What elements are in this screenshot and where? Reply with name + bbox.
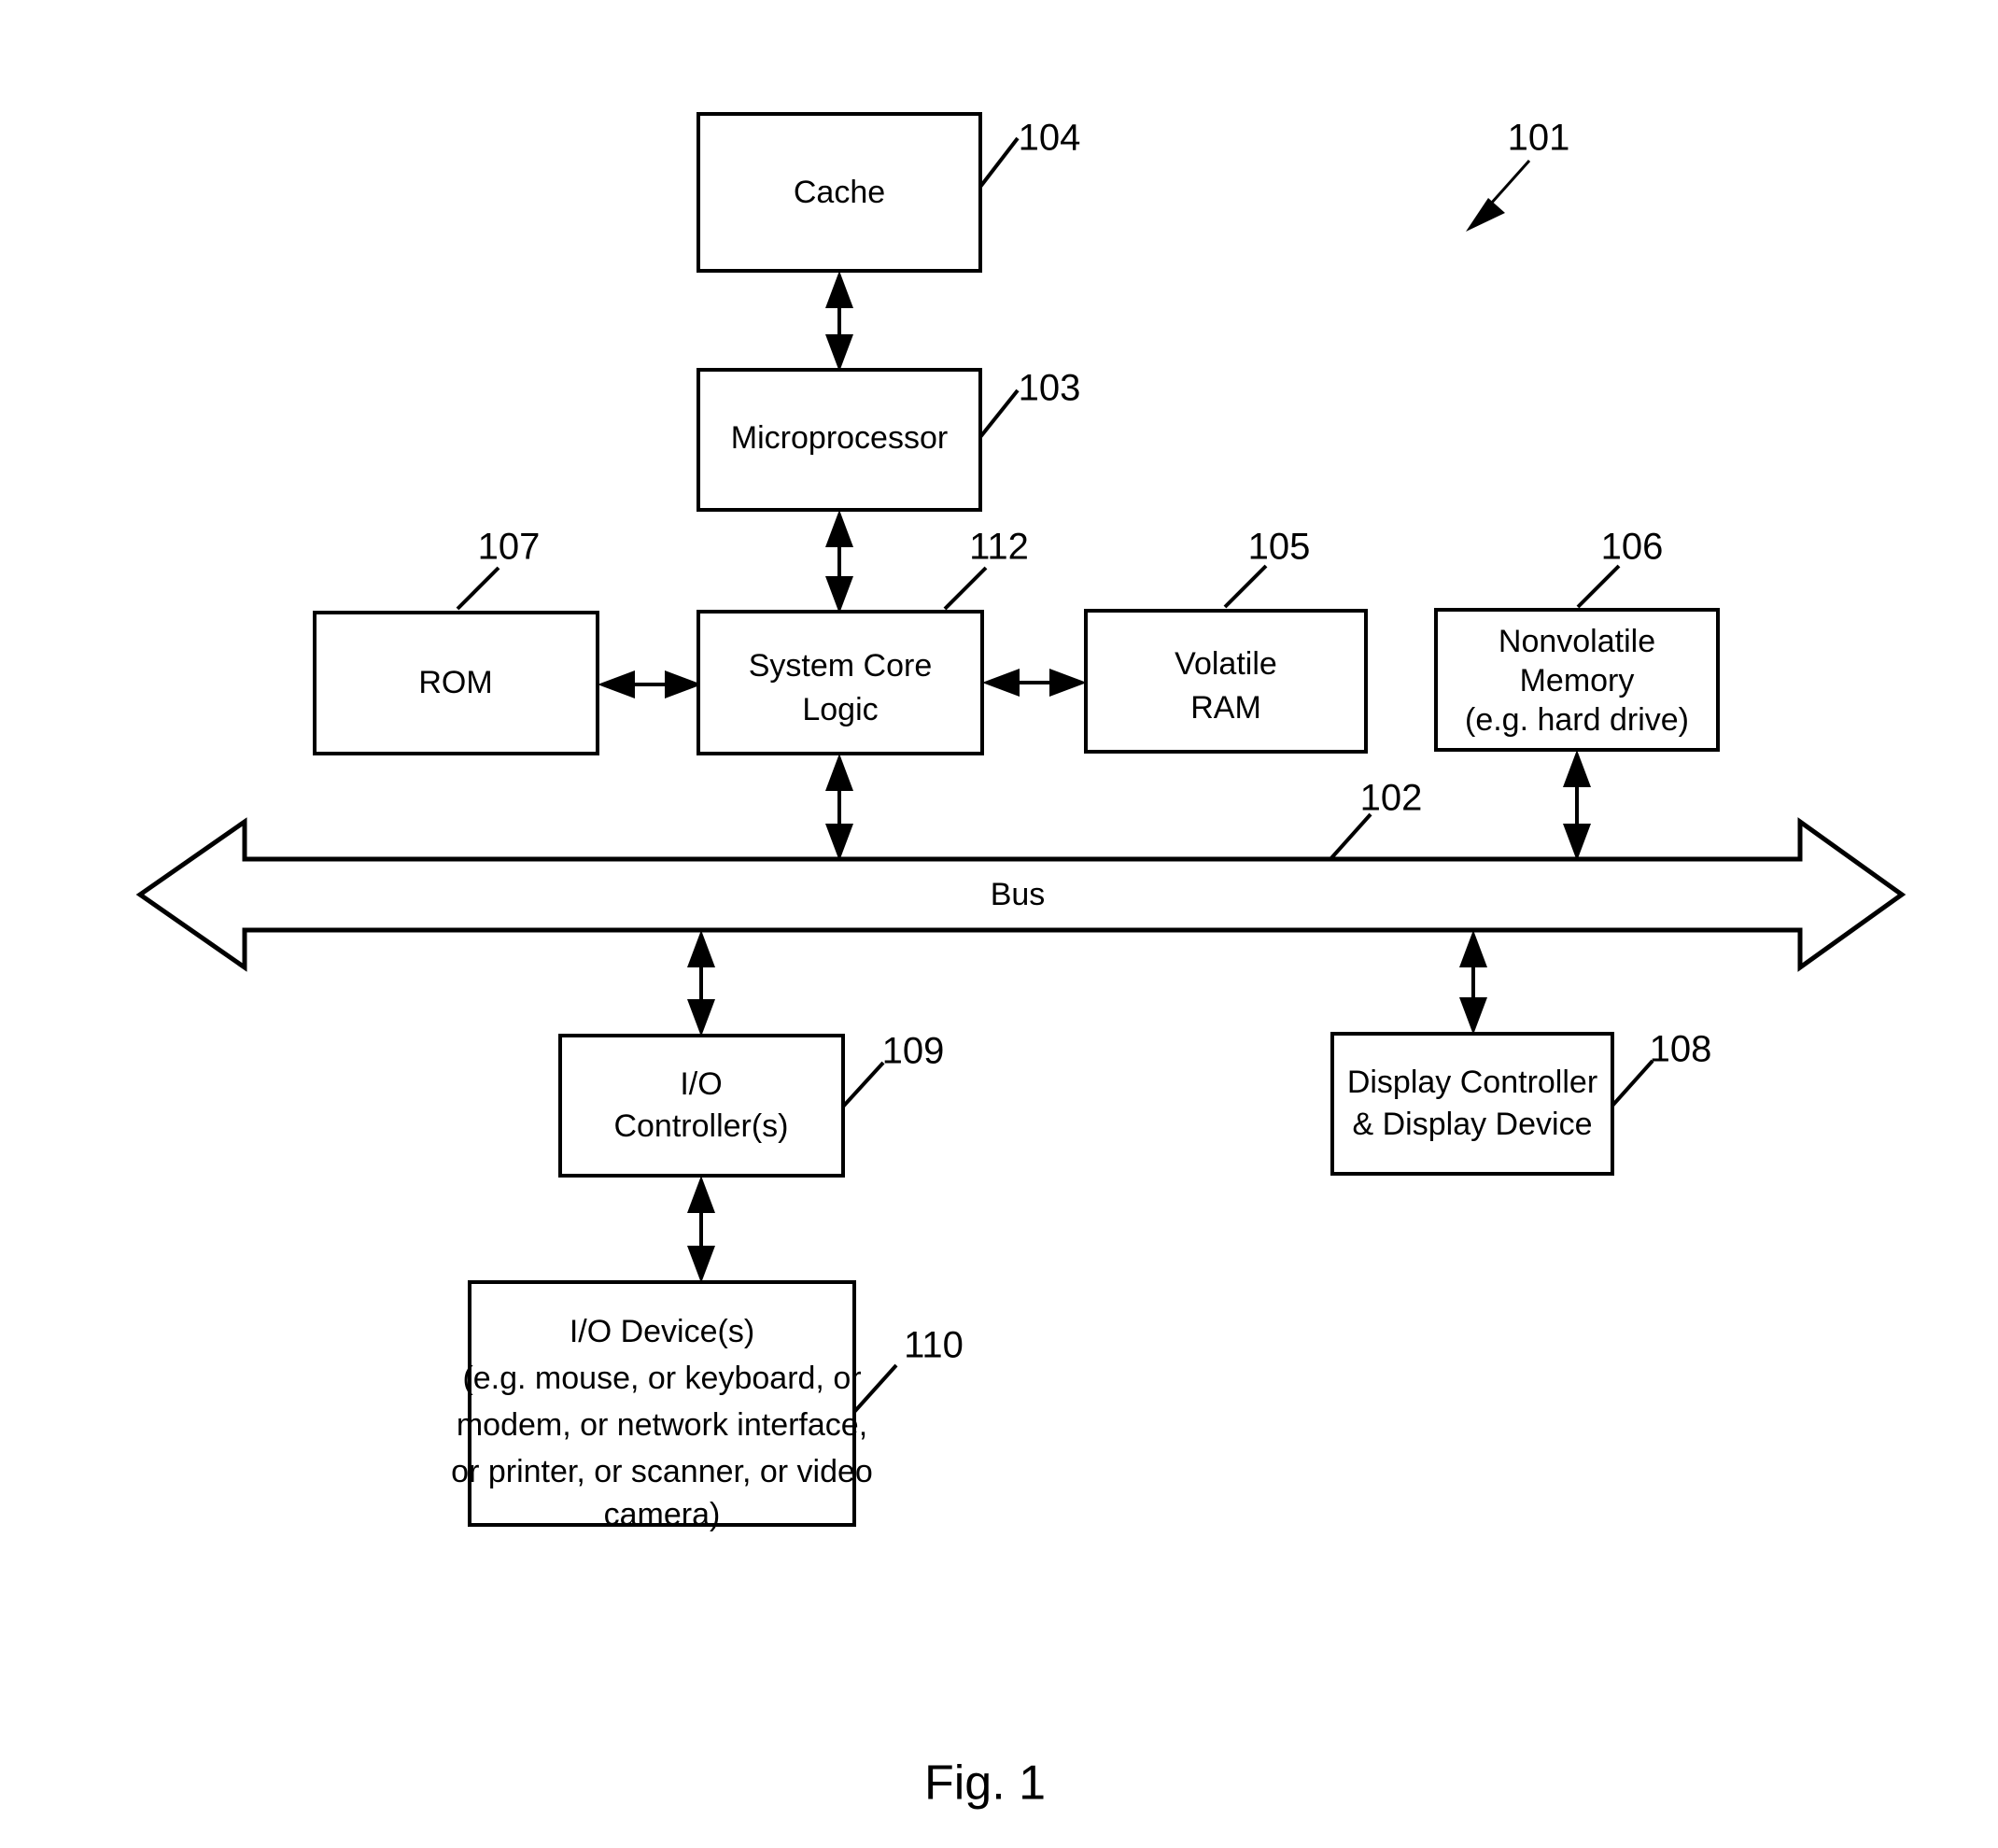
arrowhead-down bbox=[1563, 824, 1591, 861]
arrowhead-up bbox=[1459, 930, 1487, 967]
ref-number-110: 110 bbox=[904, 1325, 964, 1366]
io-controllers-label-line1: I/O bbox=[680, 1066, 722, 1102]
microprocessor-label: Microprocessor bbox=[731, 420, 948, 456]
leader-line-103 bbox=[978, 388, 1020, 439]
leader-line-112 bbox=[943, 566, 988, 611]
ref-number-108: 108 bbox=[1650, 1029, 1712, 1070]
figure-caption: Fig. 1 bbox=[924, 1756, 1046, 1811]
block-display-controller: Display Controller & Display Device bbox=[1330, 1032, 1614, 1176]
arrowhead-down bbox=[1459, 997, 1487, 1035]
bus-label: Bus bbox=[991, 877, 1046, 912]
nonvolatile-memory-label-line1: Nonvolatile bbox=[1498, 624, 1655, 659]
ref-number-107: 107 bbox=[478, 527, 541, 568]
ref-number-103: 103 bbox=[1019, 368, 1081, 409]
block-microprocessor: Microprocessor bbox=[696, 368, 982, 512]
connector-cache-microprocessor bbox=[825, 271, 853, 372]
ref-number-109: 109 bbox=[882, 1031, 945, 1072]
block-io-devices: I/O Device(s) (e.g. mouse, or keyboard, … bbox=[451, 1280, 873, 1532]
ref-callout-112: 112 bbox=[943, 527, 1029, 611]
connector-rom-systemcorelogic bbox=[598, 670, 702, 698]
display-controller-box bbox=[1330, 1032, 1614, 1176]
ref-callout-103: 103 bbox=[978, 368, 1081, 439]
leader-line-107 bbox=[456, 566, 500, 611]
display-controller-label-line2: & Display Device bbox=[1353, 1107, 1593, 1142]
volatile-ram-label-line2: RAM bbox=[1190, 690, 1261, 726]
ref-callout-101: 101 bbox=[1466, 118, 1569, 232]
io-devices-label-line5: camera) bbox=[604, 1497, 721, 1532]
arrowhead-up bbox=[1563, 750, 1591, 787]
connector-systemcorelogic-volatileram bbox=[982, 669, 1087, 697]
leader-line-106 bbox=[1576, 564, 1621, 609]
arrowhead-right bbox=[1049, 669, 1087, 697]
ref-callout-105: 105 bbox=[1223, 527, 1311, 609]
nonvolatile-memory-label-line3: (e.g. hard drive) bbox=[1465, 702, 1689, 738]
arrowhead-down bbox=[687, 999, 715, 1037]
block-cache: Cache bbox=[696, 112, 982, 273]
io-controllers-box bbox=[558, 1034, 845, 1178]
connector-bus-displaycontroller bbox=[1459, 930, 1487, 1035]
block-rom: ROM bbox=[313, 611, 599, 755]
figure-page: Cache 104 Microprocessor 103 ROM 107 Sys… bbox=[0, 0, 1998, 1848]
connector-bus-iocontrollers bbox=[687, 930, 715, 1037]
block-bus: Bus bbox=[135, 817, 1907, 972]
arrowhead-down bbox=[825, 576, 853, 614]
connector-nonvolatilememory-bus bbox=[1563, 750, 1591, 861]
io-devices-label-line4: or printer, or scanner, or video bbox=[451, 1454, 873, 1489]
ref-callout-102: 102 bbox=[1329, 778, 1423, 861]
connector-microprocessor-systemcorelogic bbox=[825, 510, 853, 614]
ref-number-101: 101 bbox=[1508, 118, 1570, 159]
leader-line-104 bbox=[978, 136, 1020, 189]
leader-line-105 bbox=[1223, 564, 1268, 609]
ref-number-112: 112 bbox=[969, 527, 1029, 568]
io-devices-label-line1: I/O Device(s) bbox=[570, 1314, 754, 1349]
arrowhead-up bbox=[825, 510, 853, 547]
ref-number-106: 106 bbox=[1601, 527, 1664, 568]
ref-callout-104: 104 bbox=[978, 118, 1081, 189]
system-pointer-arrowhead bbox=[1466, 198, 1505, 232]
block-nonvolatile-memory: Nonvolatile Memory (e.g. hard drive) bbox=[1434, 608, 1720, 752]
arrowhead-up bbox=[825, 271, 853, 308]
arrowhead-up bbox=[825, 754, 853, 791]
display-controller-label-line1: Display Controller bbox=[1347, 1065, 1597, 1100]
arrowhead-up bbox=[687, 1176, 715, 1213]
ref-number-104: 104 bbox=[1019, 118, 1081, 159]
leader-line-108 bbox=[1611, 1059, 1654, 1107]
ref-number-105: 105 bbox=[1248, 527, 1311, 568]
volatile-ram-label-line1: Volatile bbox=[1175, 646, 1277, 682]
connector-systemcorelogic-bus bbox=[825, 754, 853, 861]
io-controllers-label-line2: Controller(s) bbox=[613, 1108, 788, 1144]
arrowhead-down bbox=[687, 1246, 715, 1283]
ref-callout-107: 107 bbox=[456, 527, 541, 611]
ref-callout-109: 109 bbox=[841, 1031, 945, 1108]
cache-label: Cache bbox=[794, 175, 885, 210]
block-volatile-ram: Volatile RAM bbox=[1084, 609, 1368, 754]
arrowhead-down bbox=[825, 334, 853, 372]
system-block-diagram: Cache 104 Microprocessor 103 ROM 107 Sys… bbox=[135, 112, 1907, 1811]
ref-callout-110: 110 bbox=[852, 1325, 964, 1414]
io-devices-label-line2: (e.g. mouse, or keyboard, or bbox=[462, 1361, 861, 1396]
arrowhead-down bbox=[825, 824, 853, 861]
arrowhead-left bbox=[598, 670, 635, 698]
io-devices-label-line3: modem, or network interface, bbox=[457, 1407, 867, 1443]
nonvolatile-memory-label-line2: Memory bbox=[1520, 663, 1635, 698]
arrowhead-left bbox=[982, 669, 1020, 697]
leader-line-109 bbox=[841, 1061, 885, 1108]
system-core-logic-label-line1: System Core bbox=[749, 648, 933, 684]
ref-callout-108: 108 bbox=[1611, 1029, 1712, 1107]
leader-line-102 bbox=[1329, 812, 1372, 861]
connector-iocontrollers-iodevices bbox=[687, 1176, 715, 1283]
rom-label: ROM bbox=[418, 665, 492, 700]
block-system-core-logic: System Core Logic bbox=[696, 610, 984, 755]
ref-callout-106: 106 bbox=[1576, 527, 1664, 609]
block-io-controllers: I/O Controller(s) bbox=[558, 1034, 845, 1178]
system-core-logic-label-line2: Logic bbox=[802, 692, 878, 727]
arrowhead-up bbox=[687, 930, 715, 967]
ref-number-102: 102 bbox=[1360, 778, 1423, 819]
